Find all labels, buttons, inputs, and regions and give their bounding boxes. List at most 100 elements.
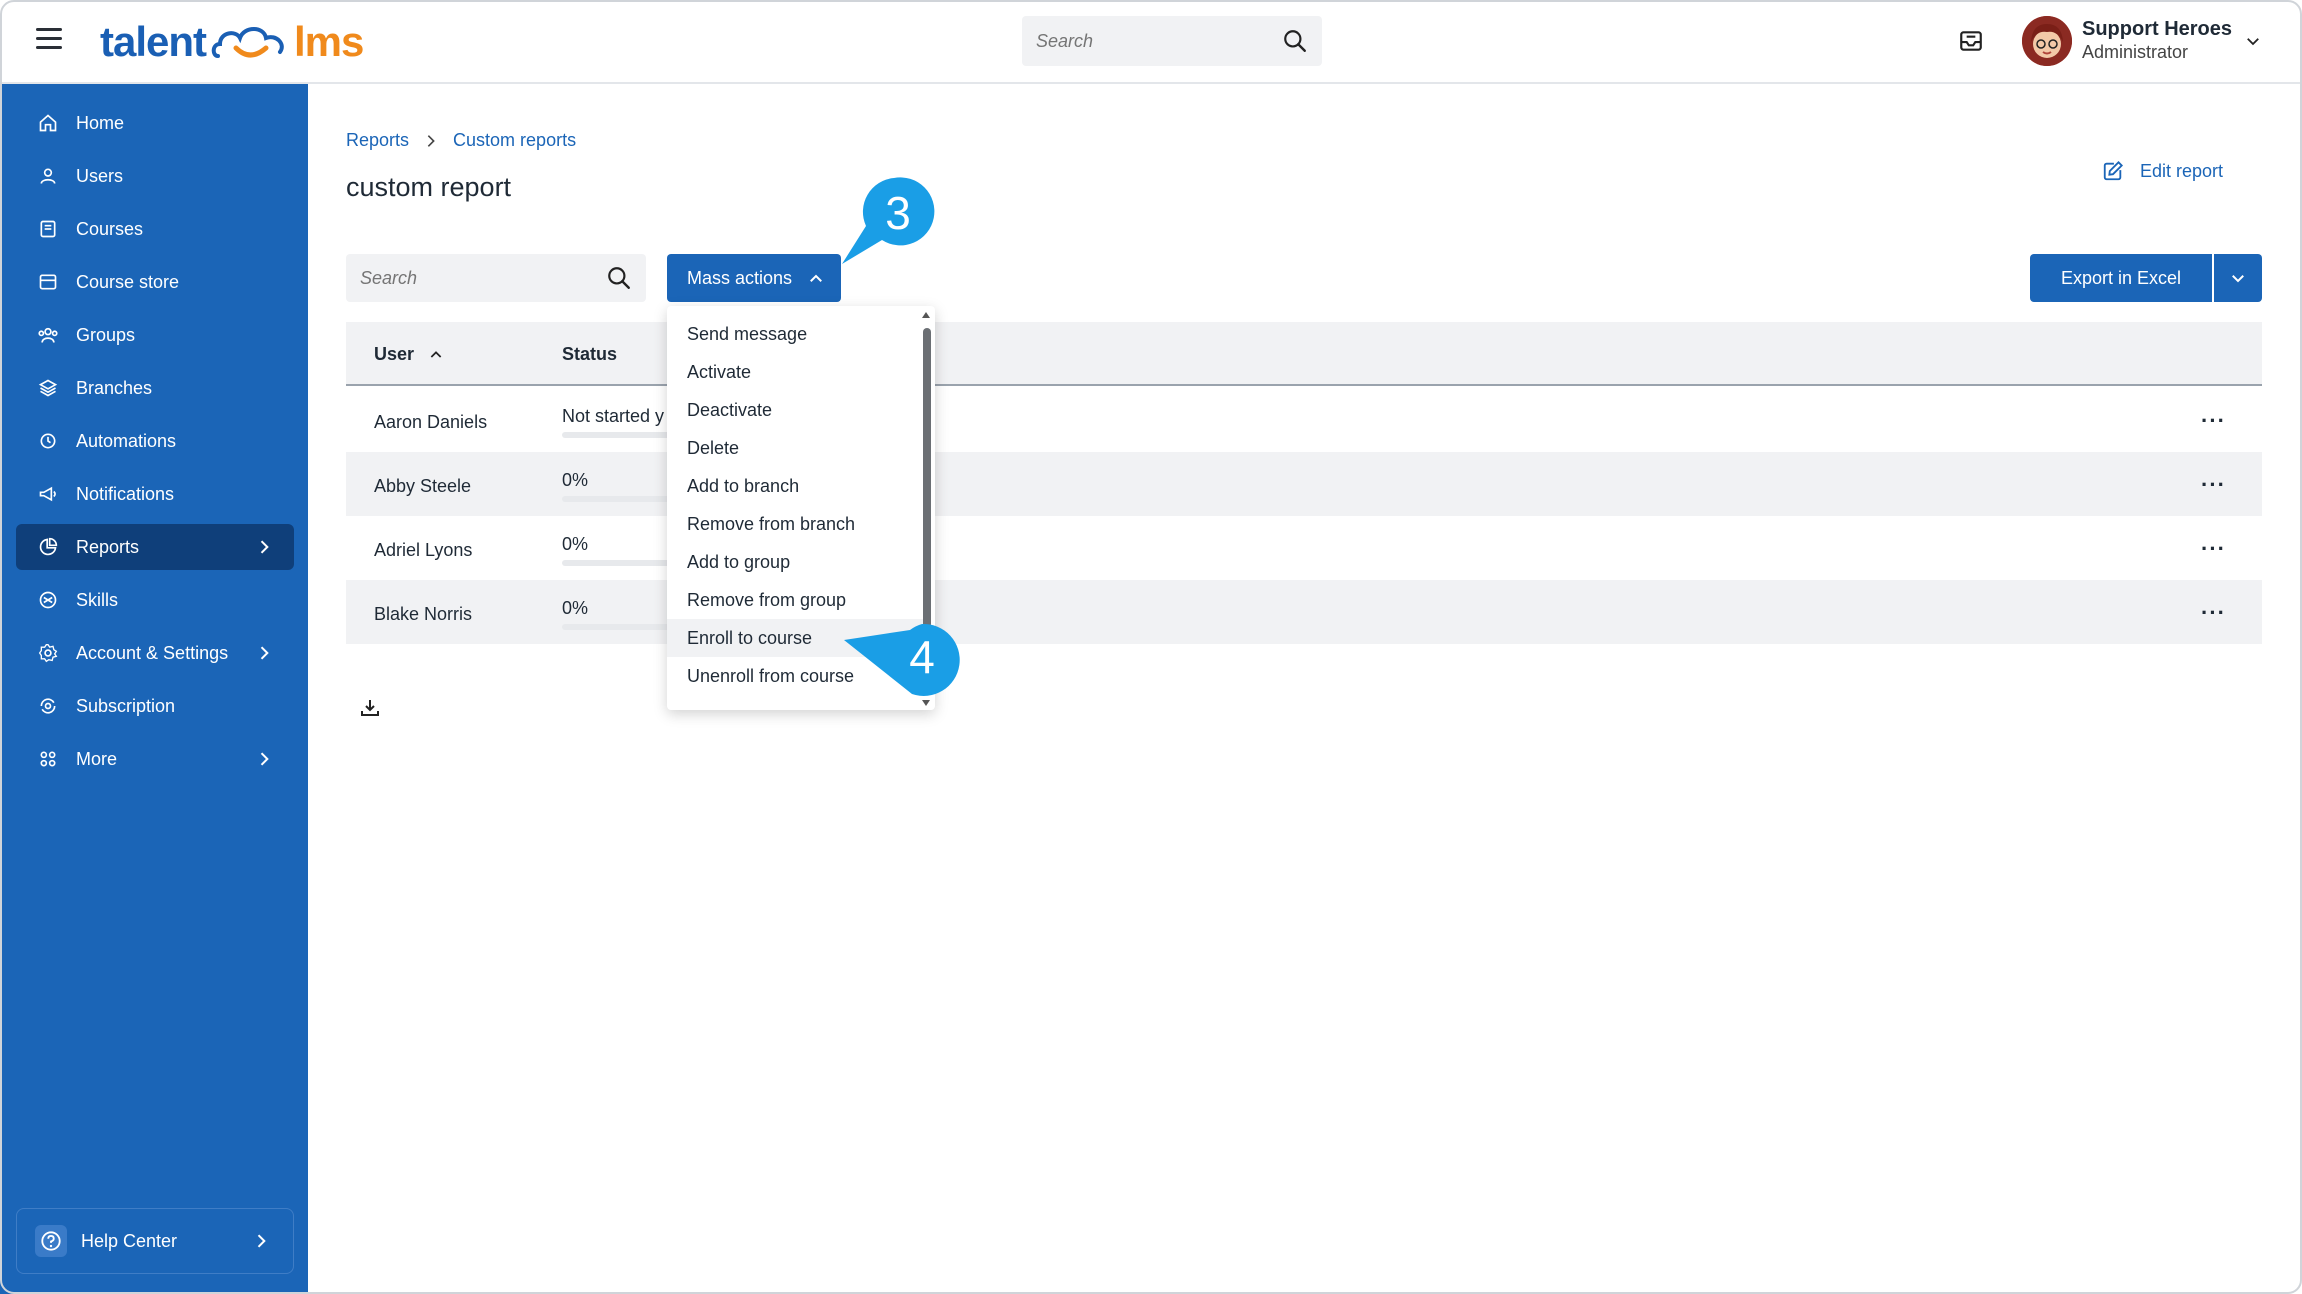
pie-chart-icon xyxy=(36,535,60,559)
groups-icon xyxy=(36,323,60,347)
table-row[interactable]: Aaron Daniels Not started y ··· xyxy=(346,388,2262,452)
row-actions-icon[interactable]: ··· xyxy=(2201,472,2226,498)
hamburger-menu-icon[interactable] xyxy=(36,28,62,50)
export-excel-button[interactable]: Export in Excel xyxy=(2030,254,2212,302)
sidebar-item-groups[interactable]: Groups xyxy=(16,312,294,358)
export-options-button[interactable] xyxy=(2214,254,2262,302)
automations-icon xyxy=(36,429,60,453)
sidebar-item-subscription[interactable]: Subscription xyxy=(16,683,294,729)
edit-icon xyxy=(2103,160,2124,181)
chevron-right-icon xyxy=(260,540,269,554)
top-search-bar[interactable] xyxy=(1022,16,1322,66)
status-cell: 0% xyxy=(562,470,589,490)
user-icon xyxy=(36,164,60,188)
chevron-right-icon xyxy=(260,646,269,660)
table-header: User Status xyxy=(346,322,2262,386)
sort-ascending-icon xyxy=(430,350,442,358)
table-row[interactable]: Adriel Lyons 0% ··· xyxy=(346,516,2262,580)
sidebar-item-account-settings[interactable]: Account & Settings xyxy=(16,630,294,676)
progress-bar xyxy=(562,496,672,502)
sidebar-item-automations[interactable]: Automations xyxy=(16,418,294,464)
menu-item-delete[interactable]: Delete xyxy=(667,429,923,467)
megaphone-icon xyxy=(36,482,60,506)
menu-item-add-to-branch[interactable]: Add to branch xyxy=(667,467,923,505)
chevron-down-icon xyxy=(2232,275,2244,283)
breadcrumb-reports-link[interactable]: Reports xyxy=(346,130,409,151)
inbox-icon[interactable] xyxy=(1958,28,1984,54)
download-icon[interactable] xyxy=(358,696,382,720)
top-bar: talent lms Support Heroes Administrator xyxy=(0,0,2302,84)
grid-icon xyxy=(36,747,60,771)
search-icon[interactable] xyxy=(1282,28,1308,54)
step-number: 4 xyxy=(909,631,935,683)
sidebar-item-branches[interactable]: Branches xyxy=(16,365,294,411)
help-center-label: Help Center xyxy=(81,1230,178,1251)
column-header-user[interactable]: User xyxy=(374,344,444,365)
chevron-down-icon[interactable] xyxy=(2244,32,2262,50)
avatar xyxy=(2022,16,2072,66)
user-cell[interactable]: Abby Steele xyxy=(374,476,471,497)
sidebar-item-skills[interactable]: Skills xyxy=(16,577,294,623)
export-excel-label: Export in Excel xyxy=(2060,267,2182,288)
row-actions-icon[interactable]: ··· xyxy=(2201,600,2226,626)
menu-item-add-to-group[interactable]: Add to group xyxy=(667,543,923,581)
chevron-right-icon xyxy=(427,134,435,147)
column-header-status[interactable]: Status xyxy=(562,344,617,365)
chevron-up-icon xyxy=(810,274,822,282)
sidebar-item-course-store[interactable]: Course store xyxy=(16,259,294,305)
sidebar-item-label: Skills xyxy=(76,589,119,610)
sidebar-item-label: Subscription xyxy=(76,695,176,716)
sidebar-item-home[interactable]: Home xyxy=(16,100,294,146)
breadcrumb-custom-reports-link[interactable]: Custom reports xyxy=(453,130,576,151)
gear-icon xyxy=(36,641,60,665)
menu-item-send-message[interactable]: Send message xyxy=(667,315,923,353)
scroll-up-icon[interactable] xyxy=(921,310,931,320)
menu-item-deactivate[interactable]: Deactivate xyxy=(667,391,923,429)
menu-item-activate[interactable]: Activate xyxy=(667,353,923,391)
sidebar-item-label: Users xyxy=(76,165,124,186)
user-cell[interactable]: Adriel Lyons xyxy=(374,540,472,561)
cloud-smile-icon xyxy=(211,27,284,58)
sidebar-item-label: Reports xyxy=(76,536,140,557)
status-cell: 0% xyxy=(562,534,589,554)
sidebar-item-label: Notifications xyxy=(76,483,175,504)
skills-icon xyxy=(36,588,60,612)
sidebar-item-label: Groups xyxy=(76,324,136,345)
table-row[interactable]: Blake Norris 0% ··· xyxy=(346,580,2262,644)
mass-actions-label: Mass actions xyxy=(687,267,793,288)
row-actions-icon[interactable]: ··· xyxy=(2201,408,2226,434)
sidebar-item-more[interactable]: More xyxy=(16,736,294,782)
user-menu[interactable]: Support Heroes Administrator xyxy=(2012,8,2272,74)
sidebar-item-courses[interactable]: Courses xyxy=(16,206,294,252)
search-icon[interactable] xyxy=(606,265,632,291)
edit-report-button[interactable]: Edit report xyxy=(2102,160,2223,182)
menu-scrollbar[interactable] xyxy=(923,328,931,628)
report-search-bar[interactable] xyxy=(346,254,646,302)
sidebar-item-users[interactable]: Users xyxy=(16,153,294,199)
row-actions-icon[interactable]: ··· xyxy=(2201,536,2226,562)
user-cell[interactable]: Aaron Daniels xyxy=(374,412,487,433)
edit-report-label: Edit report xyxy=(2140,160,2224,181)
menu-item-remove-from-group[interactable]: Remove from group xyxy=(667,581,923,619)
menu-item-remove-from-branch[interactable]: Remove from branch xyxy=(667,505,923,543)
report-search-input[interactable] xyxy=(360,266,590,290)
chevron-right-icon xyxy=(257,1234,266,1248)
sidebar-item-notifications[interactable]: Notifications xyxy=(16,471,294,517)
progress-bar xyxy=(562,624,672,630)
table-row[interactable]: Abby Steele 0% ··· xyxy=(346,452,2262,516)
help-icon xyxy=(35,1225,67,1257)
page-title: custom report xyxy=(346,172,512,202)
sidebar-item-label: Branches xyxy=(76,377,153,398)
talentlms-logo[interactable]: talent lms xyxy=(100,14,364,70)
sidebar-item-reports[interactable]: Reports xyxy=(16,524,294,570)
help-center-button[interactable]: Help Center xyxy=(16,1208,294,1274)
sidebar-item-label: Home xyxy=(76,112,125,133)
status-cell: 0% xyxy=(562,598,589,618)
mass-actions-button[interactable]: Mass actions xyxy=(667,254,841,302)
top-search-input[interactable] xyxy=(1036,28,1266,54)
user-cell[interactable]: Blake Norris xyxy=(374,604,472,625)
user-role: Administrator xyxy=(2082,42,2189,62)
home-icon xyxy=(36,111,60,135)
step-number: 3 xyxy=(885,187,911,239)
user-name: Support Heroes xyxy=(2082,18,2233,40)
